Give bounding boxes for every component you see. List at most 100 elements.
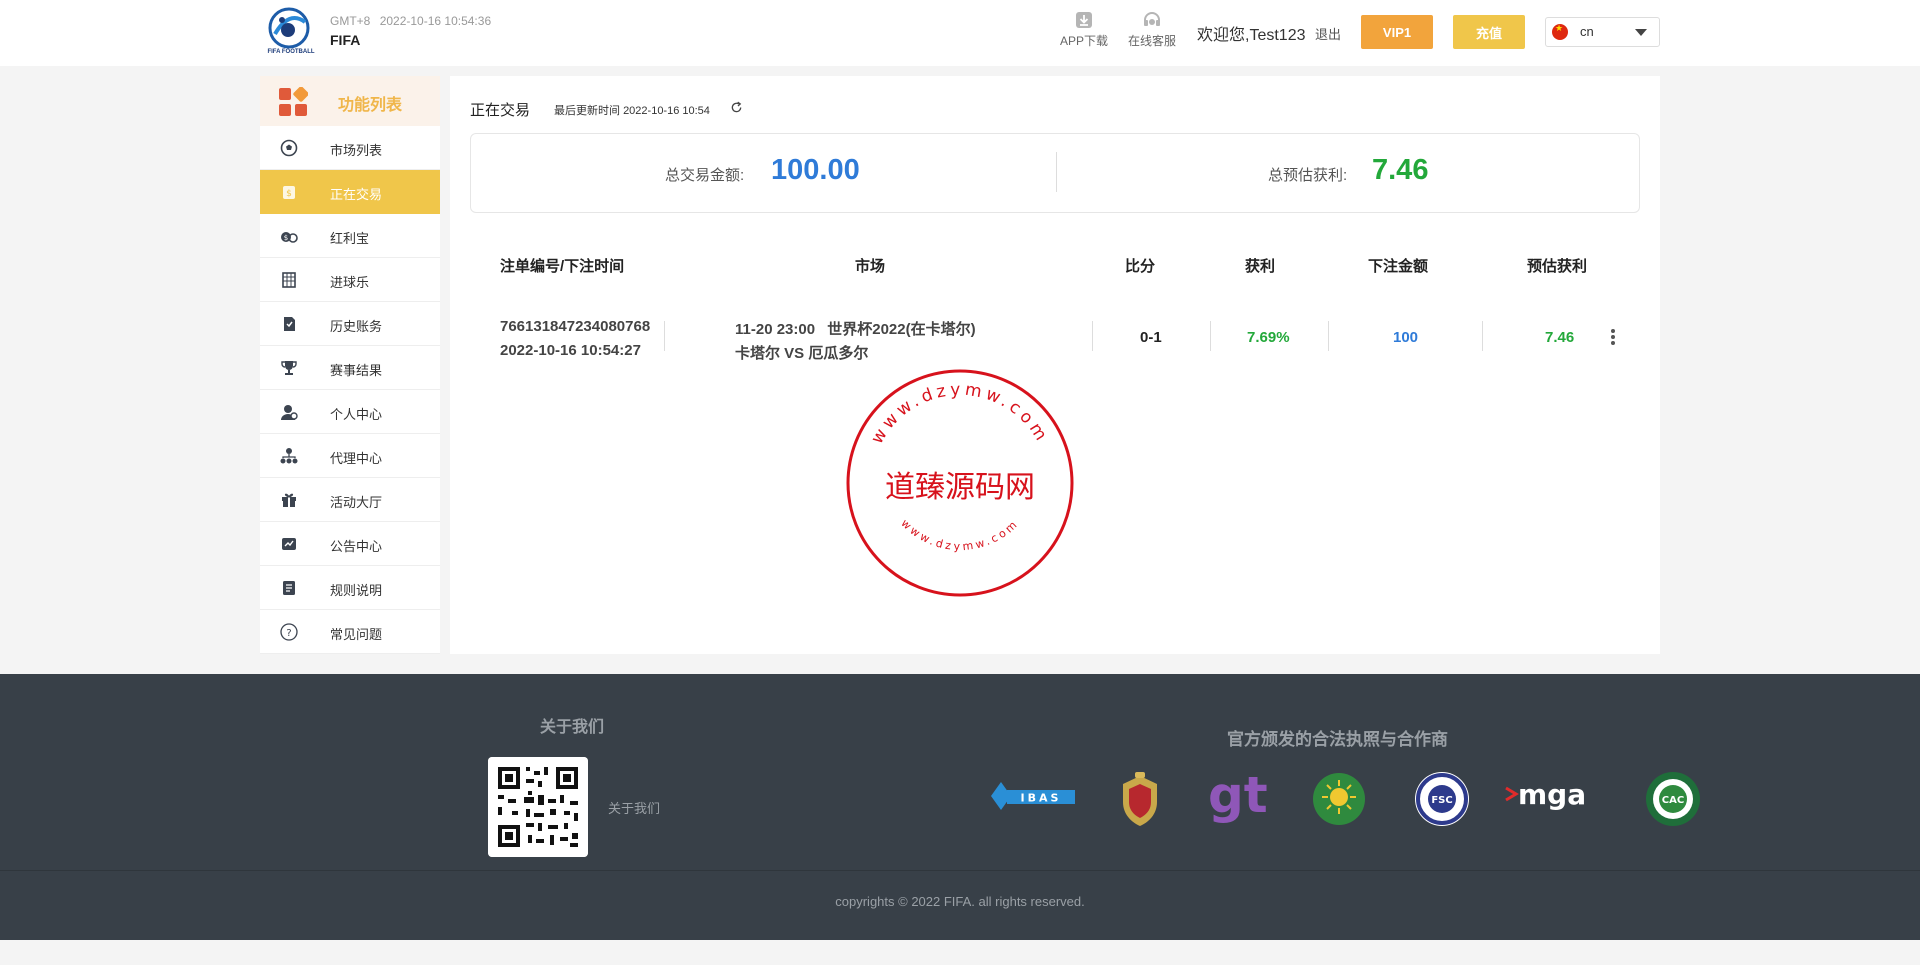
sidebar-item-label: 代理中心 (330, 451, 383, 466)
column-divider (1210, 321, 1211, 351)
footer-divider (0, 870, 1920, 871)
qr-code (488, 757, 588, 857)
column-divider (1328, 321, 1329, 351)
language-select[interactable]: cn (1545, 17, 1660, 47)
sidebar-item-trading[interactable]: $ 正在交易 (260, 170, 440, 214)
sidebar-item-label: 市场列表 (330, 143, 383, 158)
goal-icon (282, 272, 296, 288)
sidebar: 功能列表 市场列表 $ 正在交易 $ 红利宝 进球乐 历史账务 赛事结果 个人中… (260, 76, 440, 654)
footer: 关于我们 关于我们 官方颁发的合法执照与合作商 IBAS gt FSC mga … (0, 674, 1920, 940)
sidebar-item-label: 历史账务 (330, 319, 383, 334)
sidebar-item-agent[interactable]: 代理中心 (260, 434, 440, 478)
clock: GMT+8 2022-10-16 10:54:36 (330, 14, 491, 28)
column-header-order: 注单编号/下注时间 (500, 258, 625, 275)
refresh-icon[interactable] (730, 101, 743, 114)
sidebar-item-market-list[interactable]: 市场列表 (260, 126, 440, 170)
trading-icon: $ (283, 186, 295, 199)
ibas-logo-text: IBAS (1021, 792, 1062, 805)
sidebar-item-profile[interactable]: 个人中心 (260, 390, 440, 434)
sidebar-item-label: 规则说明 (330, 583, 383, 598)
market-info: 11-20 23:00 世界杯2022(在卡塔尔) (735, 318, 976, 339)
welcome-text: 欢迎您,Test123 (1197, 27, 1306, 44)
total-amount-label: 总交易金额: (665, 167, 745, 184)
stamp-center-text: 道臻源码网 (885, 470, 1035, 505)
sidebar-item-bonus[interactable]: $ 红利宝 (260, 214, 440, 258)
app-download-button[interactable]: APP下载 (1054, 10, 1114, 49)
current-datetime: 2022-10-16 10:54:36 (379, 14, 492, 28)
column-header-profit: 获利 (1245, 258, 1276, 275)
sidebar-item-label: 进球乐 (330, 275, 370, 290)
column-header-market: 市场 (855, 258, 886, 275)
grid-menu-icon (279, 87, 308, 116)
column-header-est-profit: 预估获利 (1527, 258, 1588, 275)
column-divider (1482, 321, 1483, 351)
league-name: 世界杯2022(在卡塔尔) (827, 321, 976, 338)
trophy-icon (281, 361, 297, 375)
vip-button[interactable]: VIP1 (1361, 15, 1433, 49)
sidebar-item-label: 正在交易 (330, 187, 383, 202)
sidebar-item-label: 红利宝 (330, 231, 370, 246)
bet-amount: 100 (1393, 329, 1419, 346)
sidebar-item-label: 常见问题 (330, 627, 383, 642)
stamp-bottom-text: www.dzymw.com (898, 517, 1018, 554)
sidebar-item-events[interactable]: 活动大厅 (260, 478, 440, 522)
china-flag-icon (1552, 23, 1568, 40)
gt-logo-text: gt (1208, 772, 1268, 824)
gt-logo-icon: gt (1208, 772, 1268, 824)
fsc-seal-logo-icon: FSC (1415, 772, 1469, 826)
online-service-button[interactable]: 在线客服 (1122, 10, 1182, 49)
agent-icon (280, 448, 298, 464)
sidebar-item-goal[interactable]: 进球乐 (260, 258, 440, 302)
column-divider (1092, 321, 1093, 351)
copyright: copyrights © 2022 FIFA. all rights reser… (835, 894, 1085, 909)
sidebar-item-label: 赛事结果 (330, 363, 383, 378)
sidebar-item-rules[interactable]: 规则说明 (260, 566, 440, 610)
about-us-link[interactable]: 关于我们 (608, 798, 660, 817)
cac-seal-logo-icon: CAC (1646, 772, 1700, 826)
profit-rate: 7.69% (1247, 329, 1290, 346)
match-teams: 卡塔尔 VS 厄瓜多尔 (735, 345, 869, 362)
page-title: 正在交易 (470, 102, 531, 119)
match-time: 11-20 23:00 (735, 321, 816, 338)
estimated-profit: 7.46 (1545, 329, 1575, 346)
mga-logo-icon: mga (1505, 778, 1586, 811)
ibas-logo-icon: IBAS (991, 782, 1075, 810)
app-download-label: APP下载 (1059, 34, 1108, 48)
timezone: GMT+8 (330, 14, 371, 28)
sidebar-item-label: 活动大厅 (330, 495, 383, 510)
sidebar-item-history[interactable]: 历史账务 (260, 302, 440, 346)
total-profit-label: 总预估获利: (1268, 167, 1348, 184)
history-icon (284, 317, 295, 331)
last-update-label: 最后更新时间 (554, 105, 620, 117)
sidebar-item-announcements[interactable]: 公告中心 (260, 522, 440, 566)
language-value: cn (1580, 24, 1594, 39)
total-amount-value: 100.00 (771, 154, 860, 186)
last-update: 最后更新时间 2022-10-16 10:54 (554, 102, 710, 118)
more-options-icon[interactable] (1607, 329, 1619, 349)
svg-text:$: $ (284, 234, 288, 242)
last-update-time: 2022-10-16 10:54 (623, 105, 710, 117)
royal-crest-logo-icon (1123, 772, 1157, 826)
bonus-icon: $ (281, 232, 298, 243)
rules-icon (283, 581, 295, 595)
svg-text:www.dzymw.com: www.dzymw.com (898, 517, 1021, 554)
sidebar-item-label: 公告中心 (330, 539, 383, 554)
sidebar-item-results[interactable]: 赛事结果 (260, 346, 440, 390)
column-divider (664, 321, 665, 351)
logout-link[interactable]: 退出 (1315, 24, 1341, 43)
recharge-button[interactable]: 充值 (1453, 15, 1525, 49)
logo-caption: FIFA FOOTBALL (267, 49, 315, 55)
announcement-icon (282, 538, 296, 550)
fsc-seal-text: FSC (1431, 795, 1452, 806)
user-icon (281, 405, 298, 420)
sidebar-item-label: 个人中心 (330, 407, 383, 422)
question-icon: ? (280, 623, 298, 641)
column-header-amount: 下注金额 (1368, 258, 1429, 275)
mga-logo-text: mga (1518, 778, 1586, 811)
bet-time: 2022-10-16 10:54:27 (500, 342, 641, 359)
download-icon (1076, 12, 1092, 28)
sidebar-item-faq[interactable]: ? 常见问题 (260, 610, 440, 654)
score: 0-1 (1140, 329, 1162, 346)
sidebar-title: 功能列表 (338, 97, 403, 114)
about-title: 关于我们 (540, 719, 605, 736)
